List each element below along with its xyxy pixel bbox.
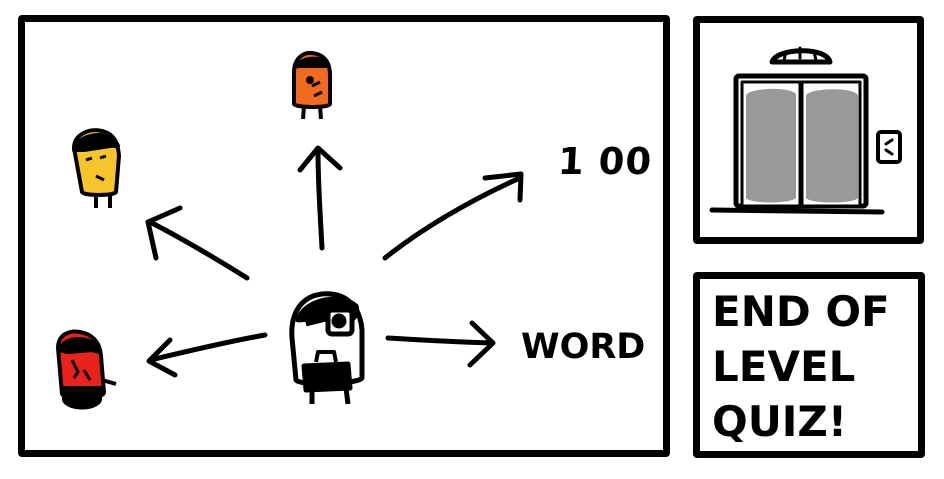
arrow-up-left-icon (145, 205, 250, 281)
quiz-title: END OF LEVEL QUIZ! (712, 284, 922, 449)
elevator-icon (709, 46, 902, 215)
orange-character-icon (292, 50, 332, 120)
yellow-character-icon (72, 128, 121, 208)
arrow-up-right-icon (382, 171, 524, 261)
arrow-right-icon (385, 320, 496, 368)
quiz-line-3: QUIZ! (712, 397, 848, 446)
arrow-left-icon (146, 332, 268, 378)
quiz-line-1: END OF (712, 287, 890, 336)
word-label: WORD (521, 327, 646, 367)
arrow-up-icon (297, 145, 343, 251)
red-character-icon (56, 329, 117, 410)
quiz-line-2: LEVEL (712, 342, 856, 391)
score-text: 1 00 (556, 140, 654, 183)
player-character-icon (289, 291, 365, 405)
